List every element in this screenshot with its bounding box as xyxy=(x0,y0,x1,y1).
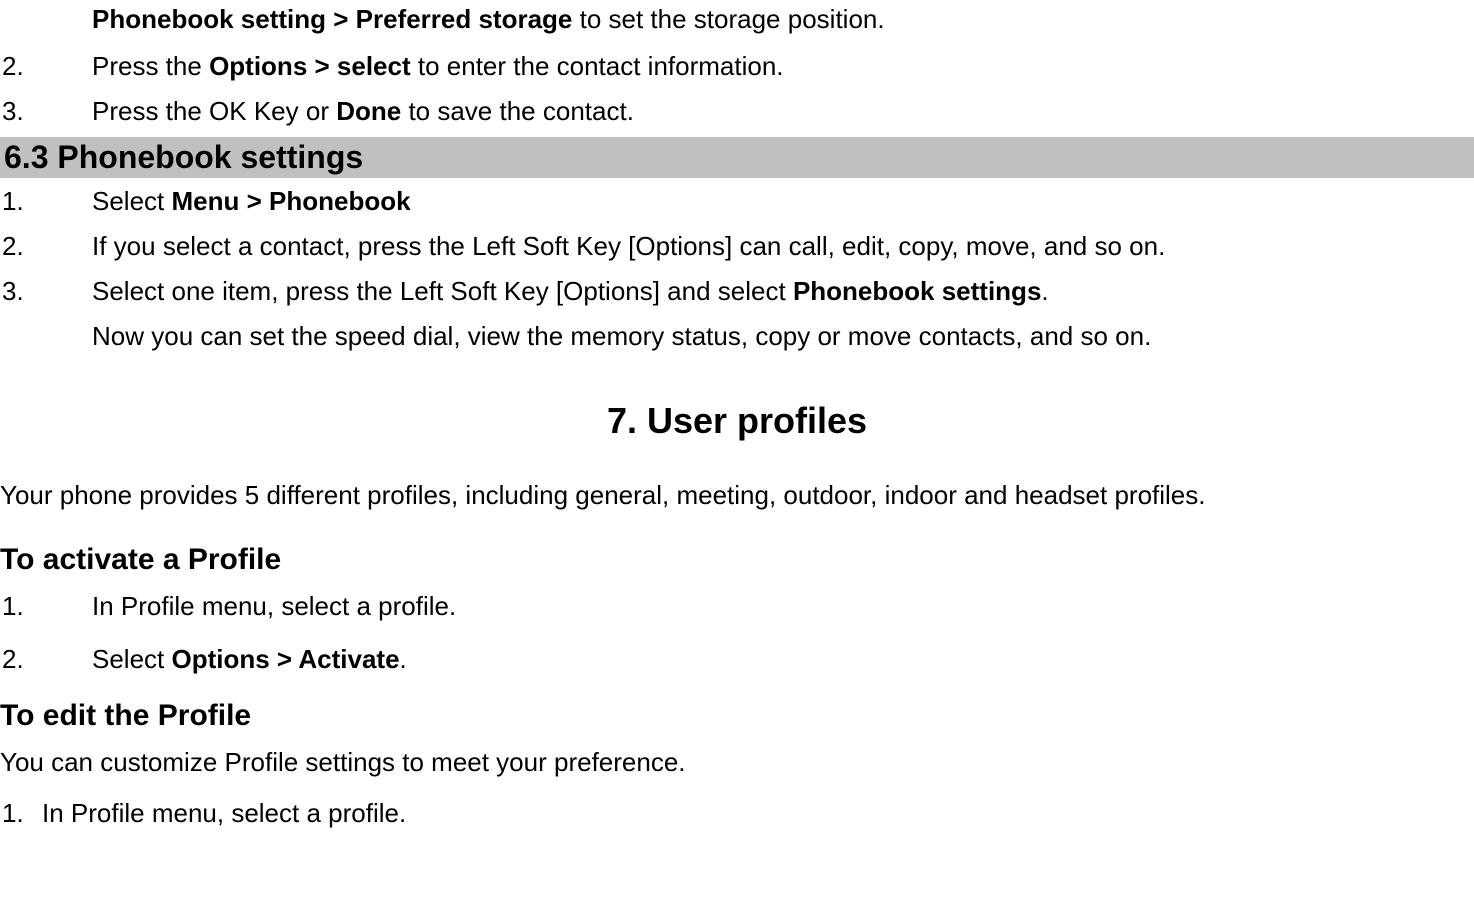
list-text: Select Menu > Phonebook xyxy=(92,182,411,221)
list-item: 1. In Profile menu, select a profile. xyxy=(0,587,1474,626)
list-text: Select one item, press the Left Soft Key… xyxy=(92,272,1049,311)
section-heading-6-3: 6.3 Phonebook settings xyxy=(0,137,1474,178)
list-text: In Profile menu, select a profile. xyxy=(30,794,406,833)
text-bold: Options > Activate xyxy=(172,644,400,674)
list-item: 2. If you select a contact, press the Le… xyxy=(0,227,1474,266)
list-number: 3. xyxy=(0,92,92,131)
text: Select xyxy=(92,186,172,216)
paragraph: Your phone provides 5 different profiles… xyxy=(0,476,1474,515)
list-number: 1. xyxy=(0,794,30,833)
list-number: 1. xyxy=(0,587,92,626)
list-text: If you select a contact, press the Left … xyxy=(92,227,1165,266)
list-text: In Profile menu, select a profile. xyxy=(92,587,456,626)
list-item: 1. In Profile menu, select a profile. xyxy=(0,794,1474,833)
text: . xyxy=(400,644,407,674)
list-item: 3. Press the OK Key or Done to save the … xyxy=(0,92,1474,131)
list-number: 1. xyxy=(0,182,92,221)
list-text: Press the OK Key or Done to save the con… xyxy=(92,92,634,131)
text: to set the storage position. xyxy=(572,4,884,34)
sub-heading-activate: To activate a Profile xyxy=(0,543,1474,577)
text-bold: Phonebook settings xyxy=(793,276,1041,306)
paragraph: You can customize Profile settings to me… xyxy=(0,743,1474,782)
list-number: 2. xyxy=(0,227,92,266)
text-bold: Done xyxy=(336,96,401,126)
text: to save the contact. xyxy=(401,96,634,126)
document-page: Phonebook setting > Preferred storage to… xyxy=(0,0,1474,833)
text: to enter the contact information. xyxy=(411,51,784,81)
continuation-line: Phonebook setting > Preferred storage to… xyxy=(0,0,1474,39)
text: Press the xyxy=(92,51,209,81)
sub-heading-edit: To edit the Profile xyxy=(0,699,1474,733)
list-item: 1. Select Menu > Phonebook xyxy=(0,182,1474,221)
text: Press the OK Key or xyxy=(92,96,336,126)
list-item: 2. Select Options > Activate. xyxy=(0,640,1474,679)
list-text: Press the Options > select to enter the … xyxy=(92,47,784,86)
list-item: 2. Press the Options > select to enter t… xyxy=(0,47,1474,86)
list-text: Select Options > Activate. xyxy=(92,640,407,679)
text-bold: Options > select xyxy=(209,51,411,81)
text-bold: Menu > Phonebook xyxy=(172,186,411,216)
text: Select xyxy=(92,644,172,674)
list-item: 3. Select one item, press the Left Soft … xyxy=(0,272,1474,311)
list-number: 3. xyxy=(0,272,92,311)
text-bold: Phonebook setting > Preferred storage xyxy=(92,4,572,34)
text: . xyxy=(1041,276,1048,306)
paragraph: Now you can set the speed dial, view the… xyxy=(0,317,1474,356)
section-heading-7: 7. User profiles xyxy=(0,400,1474,442)
text: Select one item, press the Left Soft Key… xyxy=(92,276,793,306)
list-number: 2. xyxy=(0,47,92,86)
list-number: 2. xyxy=(0,640,92,679)
